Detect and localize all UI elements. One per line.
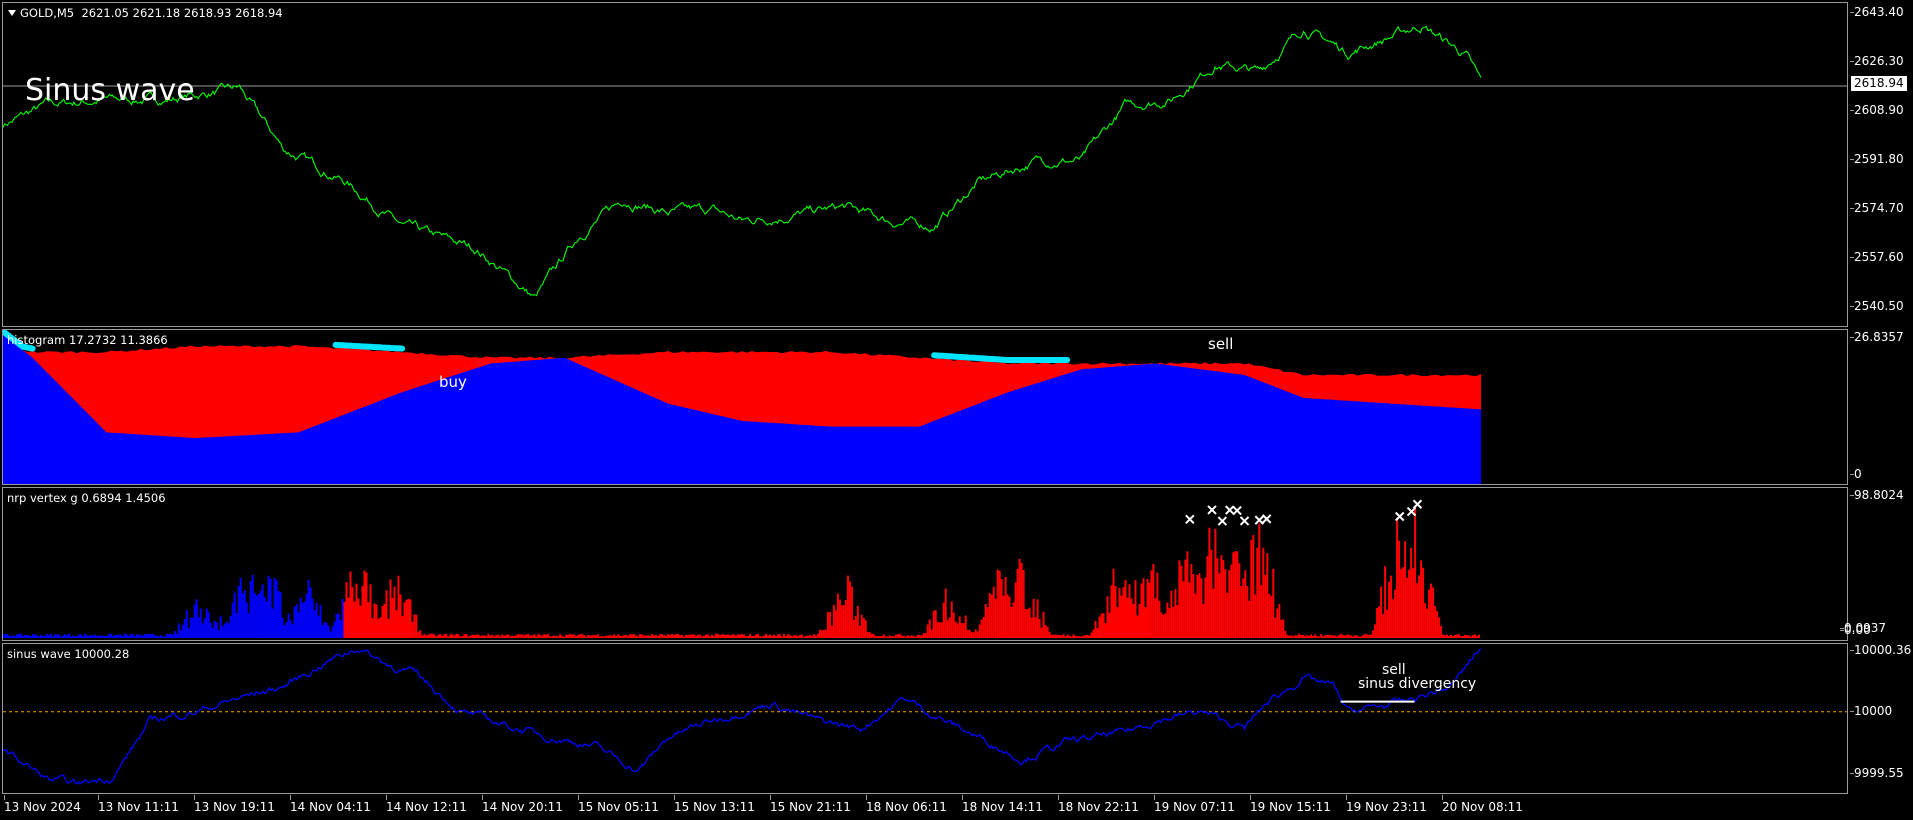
time-axis[interactable]: 13 Nov 2024 13 Nov 11:11 13 Nov 19:11 14… (0, 795, 1850, 820)
time-tick: 18 Nov 22:11 (1058, 795, 1139, 814)
time-tick: 13 Nov 2024 (4, 795, 81, 814)
buy-annotation: buy (439, 373, 467, 391)
ohlc-values: 2621.05 2621.18 2618.93 2618.94 (81, 6, 283, 20)
sinus-tick: 9999.55 (1850, 766, 1904, 780)
cross-marker (1254, 515, 1265, 525)
time-tick: 13 Nov 11:11 (98, 795, 179, 814)
sinus-wave-chart (3, 648, 1847, 786)
time-tick: 19 Nov 23:11 (1346, 795, 1427, 814)
nrp-label: nrp vertex g 0.6894 1.4506 (7, 491, 166, 505)
histogram-chart (3, 330, 1481, 484)
price-line (3, 25, 1482, 297)
sinus-tick: 10000 (1849, 704, 1893, 718)
time-tick: 15 Nov 05:11 (578, 795, 659, 814)
nrp-vertex-pane[interactable]: nrp vertex g 0.6894 1.4506 (2, 487, 1848, 641)
cross-marker (1395, 511, 1405, 522)
price-tick: 2608.90 (1850, 103, 1904, 117)
current-price-tag: 2618.94 (1851, 76, 1907, 91)
sell-annotation: sell (1208, 335, 1234, 353)
histogram-pane[interactable]: histogram 17.2732 11.3866 buy sell (2, 329, 1848, 485)
cross-marker (1261, 514, 1272, 524)
time-tick: 18 Nov 14:11 (962, 795, 1043, 814)
time-tick: 19 Nov 15:11 (1250, 795, 1331, 814)
price-tick: 2540.50 (1850, 299, 1904, 313)
price-pane[interactable]: GOLD,M5 2621.05 2621.18 2618.93 2618.94 … (2, 2, 1848, 327)
nrp-axis[interactable]: 98.8024 0.0937 0.00 (1840, 487, 1913, 641)
symbol-name: GOLD,M5 (20, 6, 75, 20)
time-tick: 15 Nov 21:11 (770, 795, 851, 814)
sinus-tick: 10000.36 (1849, 643, 1912, 657)
cross-marker (1185, 514, 1195, 525)
time-tick: 20 Nov 08:11 (1442, 795, 1523, 814)
time-tick: 19 Nov 07:11 (1154, 795, 1235, 814)
histogram-axis[interactable]: 26.8357 0 (1850, 329, 1913, 485)
price-tick: 2626.30 (1850, 54, 1904, 68)
time-tick: 15 Nov 13:11 (674, 795, 755, 814)
nrp-tick: 98.8024 (1850, 488, 1904, 502)
histogram-tick: 26.8357 (1850, 330, 1904, 344)
price-tick: 2557.60 (1850, 250, 1904, 264)
nrp-vertex-chart (3, 499, 1480, 638)
price-chart (3, 25, 1847, 297)
price-tick: 2574.70 (1850, 201, 1904, 215)
chart-title: Sinus wave (25, 73, 195, 108)
dropdown-arrow-icon[interactable] (8, 10, 16, 16)
price-axis[interactable]: 2643.40 2626.30 2608.90 2591.80 2574.70 … (1850, 2, 1913, 327)
time-tick: 18 Nov 06:11 (866, 795, 947, 814)
signal-arc (931, 352, 1071, 363)
price-tick: 2591.80 (1850, 152, 1904, 166)
sinus-line (3, 648, 1482, 786)
nrp-tick: 0.00 (1840, 623, 1871, 637)
histogram-label: histogram 17.2732 11.3866 (7, 333, 168, 347)
sinus-label: sinus wave 10000.28 (7, 647, 130, 661)
price-tick: 2643.40 (1850, 5, 1904, 19)
time-tick: 14 Nov 04:11 (290, 795, 371, 814)
histogram-tick: 0 (1850, 467, 1862, 481)
signal-arc (332, 341, 406, 352)
sinus-wave-pane[interactable]: sinus wave 10000.28 sell sinus divergenc… (2, 643, 1848, 794)
sinus-axis[interactable]: 10000.36 10000 9999.55 (1849, 643, 1913, 794)
sinus-divergency-annotation: sinus divergency (1358, 676, 1477, 692)
cross-marker (1207, 505, 1217, 515)
cross-marker (1239, 516, 1250, 526)
time-tick: 13 Nov 19:11 (194, 795, 275, 814)
cross-marker (1217, 516, 1228, 526)
time-tick: 14 Nov 12:11 (386, 795, 467, 814)
time-tick: 14 Nov 20:11 (482, 795, 563, 814)
symbol-header[interactable]: GOLD,M5 2621.05 2621.18 2618.93 2618.94 (7, 6, 283, 20)
cross-marker (1412, 499, 1423, 509)
cross-marker (1232, 505, 1242, 516)
